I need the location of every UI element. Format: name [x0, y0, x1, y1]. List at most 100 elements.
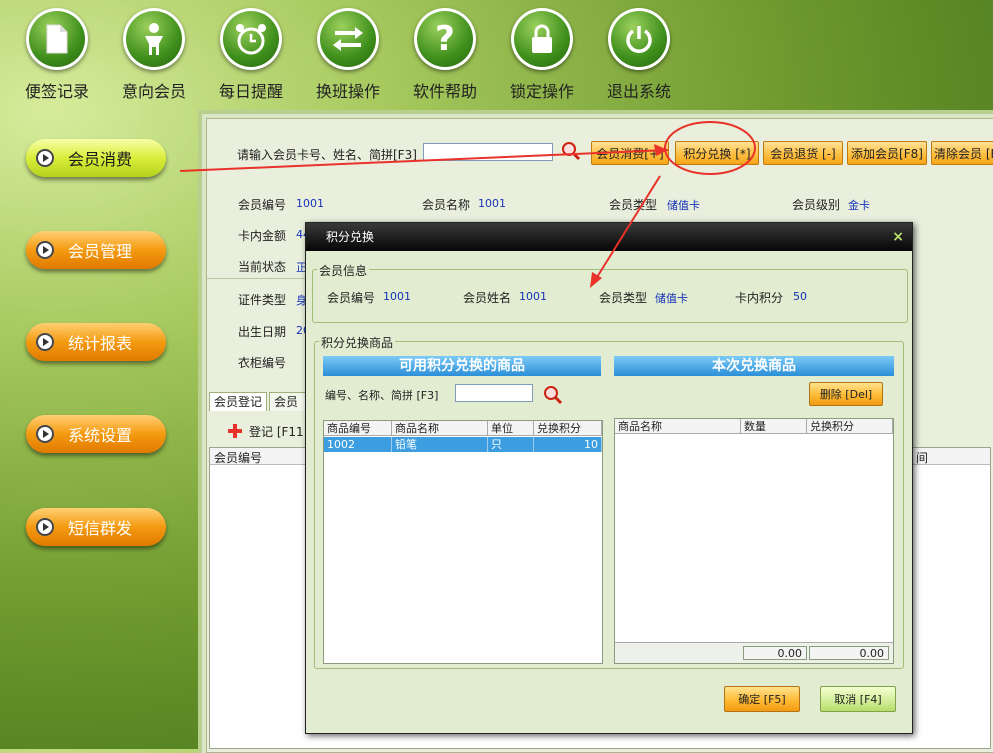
col-redeem-points: 兑换积分	[534, 421, 602, 436]
cancel-button[interactable]: 取消 [F4]	[820, 686, 896, 712]
available-goods-table: 商品编号 商品名称 单位 兑换积分 1002 铅笔 只 10	[323, 420, 603, 664]
goods-search-label: 编号、名称、简拼 [F3]	[325, 389, 439, 402]
points-redeem-dialog: 积分兑换 × 会员信息 会员编号 1001 会员姓名 1001 会员类型 储值卡…	[305, 222, 913, 734]
member-no-value: 1001	[296, 197, 324, 210]
power-icon	[608, 8, 670, 70]
toolbar-reminder[interactable]: 每日提醒	[206, 8, 296, 102]
ok-button[interactable]: 确定 [F5]	[724, 686, 800, 712]
toolbar-lock[interactable]: 锁定操作	[497, 8, 587, 102]
col-redeem-points: 兑换积分	[807, 419, 893, 434]
goods-group-title: 积分兑换商品	[319, 334, 396, 351]
search-icon[interactable]	[561, 141, 581, 164]
toolbar-help-label: 软件帮助	[412, 82, 477, 101]
play-icon	[36, 241, 54, 259]
col-goods-name: 商品名称	[615, 419, 741, 434]
toolbar-help[interactable]: ? 软件帮助	[400, 8, 490, 102]
balance-label: 卡内金额	[238, 229, 287, 243]
current-goods-table: 商品名称 数量 兑换积分 0.00 0.00	[614, 418, 894, 664]
play-icon	[36, 518, 54, 536]
sidebar-item-label: 短信群发	[68, 519, 133, 538]
cell-goods-code: 1002	[324, 437, 392, 452]
close-icon[interactable]: ×	[892, 229, 904, 245]
cell-redeem-points: 10	[534, 437, 602, 452]
toolbar-reminder-label: 每日提醒	[218, 82, 283, 101]
sidebar-item-reports[interactable]: 统计报表	[26, 323, 166, 361]
toolbar-shift[interactable]: 换班操作	[303, 8, 393, 102]
col-goods-name: 商品名称	[392, 421, 488, 436]
points-redeem-button[interactable]: 积分兑换 [*]	[675, 141, 759, 165]
dlg-member-no-value: 1001	[383, 290, 411, 303]
delete-button[interactable]: 删除 [Del]	[809, 382, 883, 406]
goods-search-input[interactable]	[455, 384, 533, 402]
member-return-button[interactable]: 会员退货 [-]	[763, 141, 843, 165]
tab-register[interactable]: 会员登记	[209, 392, 268, 411]
id-type-label: 证件类型	[238, 293, 287, 307]
toolbar-lock-label: 锁定操作	[509, 82, 574, 101]
clear-member-button[interactable]: 清除会员 [F	[931, 141, 993, 165]
play-icon	[36, 333, 54, 351]
member-name-value: 1001	[478, 197, 506, 210]
search-label: 请输入会员卡号、姓名、简拼[F3]	[237, 148, 417, 162]
available-goods-header: 可用积分兑换的商品	[323, 356, 601, 376]
swap-arrows-icon	[317, 8, 379, 70]
dlg-member-name-label: 会员姓名	[463, 291, 512, 305]
member-info-group: 会员信息 会员编号 1001 会员姓名 1001 会员类型 储值卡 卡内积分 5…	[312, 262, 908, 323]
dialog-title: 积分兑换	[306, 223, 912, 251]
toolbar-notes[interactable]: 便签记录	[12, 8, 102, 102]
sidebar-item-label: 会员消费	[68, 150, 133, 169]
locker-label: 衣柜编号	[238, 356, 287, 370]
current-goods-header: 本次兑换商品	[614, 356, 894, 376]
member-info-title: 会员信息	[317, 262, 370, 279]
cell-unit: 只	[488, 437, 534, 452]
sidebar-item-members[interactable]: 会员管理	[26, 231, 166, 269]
sidebar-item-settings[interactable]: 系统设置	[26, 415, 166, 453]
member-type-label: 会员类型	[609, 198, 658, 212]
member-search-input[interactable]	[423, 143, 553, 161]
toolbar-shift-label: 换班操作	[315, 82, 380, 101]
dlg-member-name-value: 1001	[519, 290, 547, 303]
sidebar-item-label: 会员管理	[68, 242, 133, 261]
member-name-label: 会员名称	[422, 198, 471, 212]
member-no-label: 会员编号	[238, 198, 287, 212]
goods-group: 积分兑换商品 可用积分兑换的商品 本次兑换商品 编号、名称、简拼 [F3] 删除…	[314, 334, 904, 669]
top-toolbar: 便签记录 意向会员 每日提醒 换班操作 ? 软件帮助 锁定操作 退出系统	[0, 0, 993, 108]
dlg-points-label: 卡内积分	[735, 291, 784, 305]
grid-col-time: 间	[916, 451, 929, 465]
toolbar-prospects[interactable]: 意向会员	[109, 8, 199, 102]
sidebar-item-sms[interactable]: 短信群发	[26, 508, 166, 546]
toolbar-notes-label: 便签记录	[24, 82, 89, 101]
add-icon	[227, 423, 243, 442]
sidebar-item-label: 统计报表	[68, 334, 133, 353]
toolbar-exit[interactable]: 退出系统	[594, 8, 684, 102]
search-icon[interactable]	[543, 385, 563, 408]
col-goods-code: 商品编号	[324, 421, 392, 436]
member-level-label: 会员级别	[792, 198, 841, 212]
question-icon: ?	[414, 8, 476, 70]
add-member-button[interactable]: 添加会员[F8]	[847, 141, 927, 165]
divider	[207, 278, 307, 279]
play-icon	[36, 425, 54, 443]
status-label: 当前状态	[238, 260, 287, 274]
toolbar-prospects-label: 意向会员	[121, 82, 186, 101]
total-points: 0.00	[809, 646, 889, 660]
register-button[interactable]: 登记 [F11	[249, 423, 304, 440]
member-level-value: 金卡	[848, 199, 870, 212]
dlg-member-no-label: 会员编号	[327, 291, 376, 305]
sidebar-item-consume[interactable]: 会员消费	[26, 139, 166, 177]
alarm-clock-icon	[220, 8, 282, 70]
birth-label: 出生日期	[238, 325, 287, 339]
dlg-points-value: 50	[793, 290, 807, 303]
sidebar-item-label: 系统设置	[68, 426, 133, 445]
lock-icon	[511, 8, 573, 70]
member-consume-button[interactable]: 会员消费[+]	[591, 141, 669, 165]
member-type-value: 储值卡	[667, 199, 700, 212]
total-quantity: 0.00	[743, 646, 807, 660]
person-icon	[123, 8, 185, 70]
col-unit: 单位	[488, 421, 534, 436]
col-quantity: 数量	[741, 419, 807, 434]
cell-goods-name: 铅笔	[392, 437, 488, 452]
document-icon	[26, 8, 88, 70]
play-icon	[36, 149, 54, 167]
dlg-member-type-label: 会员类型	[599, 291, 648, 305]
dlg-member-type-value: 储值卡	[655, 292, 688, 305]
